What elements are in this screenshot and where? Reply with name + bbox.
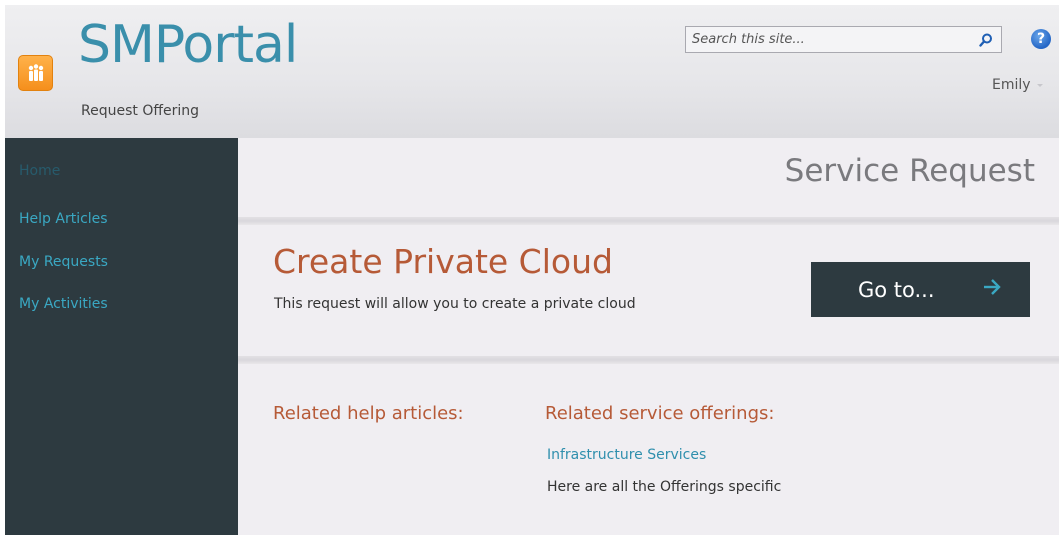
divider — [238, 356, 1059, 364]
divider — [238, 217, 1059, 225]
sidebar: Home Help Articles My Requests My Activi… — [5, 138, 238, 535]
site-title[interactable]: SMPortal — [78, 19, 298, 71]
header: SMPortal Request Offering ? Emily — [5, 5, 1059, 138]
sidebar-item-my-activities[interactable]: My Activities — [19, 296, 108, 312]
main-content: Service Request Create Private Cloud Thi… — [238, 138, 1059, 535]
portal-logo-icon[interactable] — [18, 55, 53, 91]
user-name: Emily — [992, 77, 1031, 93]
page-title: Service Request — [784, 153, 1035, 189]
offering-description: This request will allow you to create a … — [274, 296, 636, 312]
page-subtitle: Request Offering — [81, 103, 200, 119]
sidebar-item-home[interactable]: Home — [19, 163, 60, 179]
offering-title: Create Private Cloud — [273, 242, 613, 281]
related-services-heading: Related service offerings: — [545, 403, 775, 424]
related-service-description: Here are all the Offerings specific — [547, 479, 782, 495]
help-icon[interactable]: ? — [1031, 29, 1051, 49]
chevron-down-icon — [1036, 83, 1043, 87]
user-menu[interactable]: Emily — [992, 77, 1043, 93]
sidebar-item-help-articles[interactable]: Help Articles — [19, 211, 108, 227]
goto-button-label: Go to... — [858, 277, 935, 302]
search-input[interactable] — [692, 32, 977, 47]
sidebar-item-my-requests[interactable]: My Requests — [19, 254, 108, 270]
goto-button[interactable]: Go to... — [811, 262, 1030, 317]
portal-window: SMPortal Request Offering ? Emily Home H… — [5, 5, 1059, 535]
arrow-right-icon — [982, 277, 1002, 302]
related-service-link[interactable]: Infrastructure Services — [547, 447, 706, 463]
search-icon[interactable] — [977, 31, 995, 49]
search-box — [685, 26, 1002, 53]
related-help-heading: Related help articles: — [273, 403, 464, 424]
